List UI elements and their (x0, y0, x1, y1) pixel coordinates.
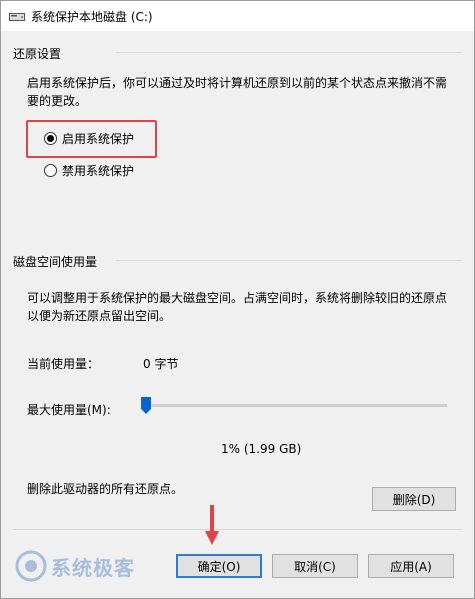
radio-button-checked[interactable] (44, 131, 57, 145)
cancel-button[interactable]: 取消(C) (272, 554, 358, 578)
disk-section-title: 磁盘空间使用量 (13, 255, 98, 269)
restore-section-title: 还原设置 (13, 47, 62, 61)
max-usage-value: 1% (1.99 GB) (221, 442, 302, 456)
disk-description-line-2: 以便为新还原点留出空间。 (27, 309, 172, 323)
current-usage-label: 当前使用量： (27, 357, 100, 371)
dialog-window: 系统保护本地磁盘 (C:) 还原设置 启用系统保护后，你可以通过及时将计算机还原… (0, 0, 475, 599)
apply-button[interactable]: 应用(A) (368, 554, 454, 578)
delete-restore-points-text: 删除此驱动器的所有还原点。 (27, 482, 184, 496)
max-usage-label: 最大使用量(M): (27, 403, 111, 417)
watermark-logo-icon (15, 550, 47, 582)
radio-disable-protection[interactable]: 禁用系统保护 (44, 161, 134, 179)
radio-enable-protection[interactable]: 启用系统保护 (44, 129, 134, 147)
radio-enable-label: 启用系统保护 (62, 131, 135, 146)
title-bar: 系统保护本地磁盘 (C:) (1, 1, 474, 31)
current-usage-value: 0 字节 (143, 357, 179, 371)
disk-section-divider (116, 260, 462, 261)
restore-description-line-1: 启用系统保护后，你可以通过及时将计算机还原到以前的某个状态点来撤消不需 (27, 76, 448, 90)
window-title: 系统保护本地磁盘 (C:) (31, 10, 153, 24)
watermark-text: 系统极客 (51, 555, 135, 580)
disk-description: 可以调整用于系统保护的最大磁盘空间。占满空间时，系统将删除较旧的还原点 以便为新… (27, 289, 457, 325)
arrow-annotation-icon (205, 505, 219, 545)
radio-disable-label: 禁用系统保护 (62, 163, 135, 178)
drive-icon (9, 13, 25, 21)
restore-section-divider (116, 52, 462, 53)
delete-button[interactable]: 删除(D) (372, 487, 456, 511)
footer-divider (13, 529, 462, 530)
ok-button[interactable]: 确定(O) (176, 554, 262, 578)
max-usage-slider-thumb[interactable] (141, 397, 152, 414)
watermark: 系统极客 (15, 550, 135, 582)
restore-description-line-2: 要的更改。 (27, 94, 88, 108)
radio-button-unchecked[interactable] (44, 163, 57, 177)
disk-description-line-1: 可以调整用于系统保护的最大磁盘空间。占满空间时，系统将删除较旧的还原点 (27, 291, 448, 305)
max-usage-slider-track[interactable] (143, 404, 447, 407)
restore-description: 启用系统保护后，你可以通过及时将计算机还原到以前的某个状态点来撤消不需 要的更改… (27, 74, 457, 110)
